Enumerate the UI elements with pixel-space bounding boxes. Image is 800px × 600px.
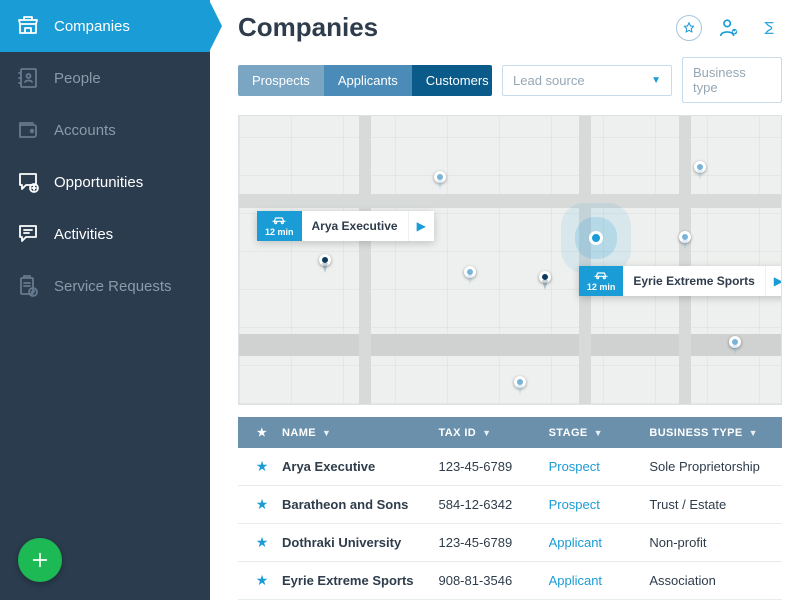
wallet-icon: [16, 118, 40, 142]
star-icon[interactable]: ★: [256, 496, 269, 513]
cell-tax: 908-81-3546: [438, 572, 540, 589]
map-pin[interactable]: [464, 266, 476, 278]
seg-customers[interactable]: Customers: [412, 65, 492, 96]
star-icon[interactable]: ★: [256, 572, 269, 589]
sidebar-item-service-requests[interactable]: Service Requests: [0, 260, 210, 312]
main: Companies Prospects Applicants Customers: [210, 0, 800, 600]
cell-tax: 123-45-6789: [438, 458, 540, 475]
cell-type: Sole Proprietorship: [649, 458, 770, 475]
sidebar-item-accounts[interactable]: Accounts: [0, 104, 210, 156]
cell-stage[interactable]: Applicant: [549, 572, 642, 589]
map-pin[interactable]: [319, 254, 331, 266]
storefront-icon: [16, 14, 40, 38]
clipboard-check-icon: [16, 274, 40, 298]
sidebar: Companies People Accounts Opportunities …: [0, 0, 210, 600]
dropdown-label: Lead source: [513, 73, 585, 88]
companies-table: ★ NAME▼ TAX ID▼ STAGE▼ BUSINESS TYPE▼ ★ …: [238, 417, 782, 600]
col-stage[interactable]: STAGE▼: [549, 426, 642, 439]
car-icon: 12 min: [257, 211, 302, 241]
sort-icon: ▼: [482, 428, 491, 438]
star-icon[interactable]: ★: [256, 458, 269, 475]
sidebar-item-label: Companies: [54, 18, 130, 35]
add-button[interactable]: [18, 538, 62, 582]
col-type[interactable]: BUSINESS TYPE▼: [649, 426, 770, 439]
sidebar-item-label: People: [54, 70, 101, 87]
cell-name: Eyrie Extreme Sports: [282, 572, 430, 589]
table-row[interactable]: ★ Arya Executive 123-45-6789 Prospect So…: [238, 448, 782, 486]
cell-name: Arya Executive: [282, 458, 430, 475]
map-callout[interactable]: 12 min Eyrie Extreme Sports ▶: [579, 266, 782, 296]
sidebar-item-activities[interactable]: Activities: [0, 208, 210, 260]
cell-type: Trust / Estate: [649, 496, 770, 513]
more-action[interactable]: [756, 15, 782, 41]
business-type-dropdown[interactable]: Business type: [682, 57, 782, 103]
cell-name: Baratheon and Sons: [282, 496, 430, 513]
map-pin[interactable]: [729, 336, 741, 348]
table-row[interactable]: ★ Eyrie Extreme Sports 908-81-3546 Appli…: [238, 562, 782, 600]
chat-add-icon: [16, 170, 40, 194]
table-row[interactable]: ★ Dothraki University 123-45-6789 Applic…: [238, 524, 782, 562]
seg-prospects[interactable]: Prospects: [238, 65, 324, 96]
map-pin[interactable]: [514, 376, 526, 388]
header-actions: [676, 15, 782, 41]
map-pin[interactable]: [539, 271, 551, 283]
sort-icon: ▼: [594, 428, 603, 438]
page-title: Companies: [238, 12, 676, 43]
callout-label: Arya Executive: [302, 211, 408, 241]
user-action[interactable]: [716, 15, 742, 41]
sidebar-item-label: Service Requests: [54, 278, 172, 295]
callout-eta: 12 min: [265, 227, 294, 237]
col-star[interactable]: ★: [250, 426, 274, 439]
cell-stage[interactable]: Applicant: [549, 534, 642, 551]
header: Companies: [210, 0, 800, 51]
filters-row: Prospects Applicants Customers Lead sour…: [210, 51, 800, 115]
cell-type: Non-profit: [649, 534, 770, 551]
cell-type: Association: [649, 572, 770, 589]
sidebar-item-people[interactable]: People: [0, 52, 210, 104]
sidebar-item-label: Accounts: [54, 122, 116, 139]
favorite-action[interactable]: [676, 15, 702, 41]
map-pin[interactable]: [694, 161, 706, 173]
chat-lines-icon: [16, 222, 40, 246]
chevron-right-icon: ▶: [408, 211, 434, 241]
callout-label: Eyrie Extreme Sports: [623, 266, 764, 296]
sort-icon: ▼: [322, 428, 331, 438]
chevron-down-icon: ▼: [651, 75, 661, 86]
cell-tax: 123-45-6789: [438, 534, 540, 551]
cell-stage[interactable]: Prospect: [549, 458, 642, 475]
star-icon[interactable]: ★: [256, 534, 269, 551]
callout-eta: 12 min: [587, 282, 616, 292]
table-header: ★ NAME▼ TAX ID▼ STAGE▼ BUSINESS TYPE▼: [238, 417, 782, 448]
sidebar-item-opportunities[interactable]: Opportunities: [0, 156, 210, 208]
map[interactable]: 12 min Arya Executive ▶ 12 min Eyrie Ext…: [238, 115, 782, 405]
lead-source-dropdown[interactable]: Lead source ▼: [502, 65, 672, 96]
col-name[interactable]: NAME▼: [282, 426, 430, 439]
cell-tax: 584-12-6342: [438, 496, 540, 513]
segmented-control: Prospects Applicants Customers: [238, 65, 492, 96]
cell-name: Dothraki University: [282, 534, 430, 551]
contacts-icon: [16, 66, 40, 90]
seg-applicants[interactable]: Applicants: [324, 65, 412, 96]
map-pin[interactable]: [434, 171, 446, 183]
cell-stage[interactable]: Prospect: [549, 496, 642, 513]
map-callout[interactable]: 12 min Arya Executive ▶: [257, 211, 434, 241]
table-row[interactable]: ★ Baratheon and Sons 584-12-6342 Prospec…: [238, 486, 782, 524]
sidebar-item-label: Opportunities: [54, 174, 143, 191]
chevron-right-icon: ▶: [765, 266, 782, 296]
dropdown-label: Business type: [693, 65, 771, 95]
car-icon: 12 min: [579, 266, 624, 296]
sidebar-item-label: Activities: [54, 226, 113, 243]
sidebar-item-companies[interactable]: Companies: [0, 0, 210, 52]
col-tax[interactable]: TAX ID▼: [438, 426, 540, 439]
app-root: Companies People Accounts Opportunities …: [0, 0, 800, 600]
current-location: [589, 231, 603, 245]
sort-icon: ▼: [749, 428, 758, 438]
map-pin[interactable]: [679, 231, 691, 243]
